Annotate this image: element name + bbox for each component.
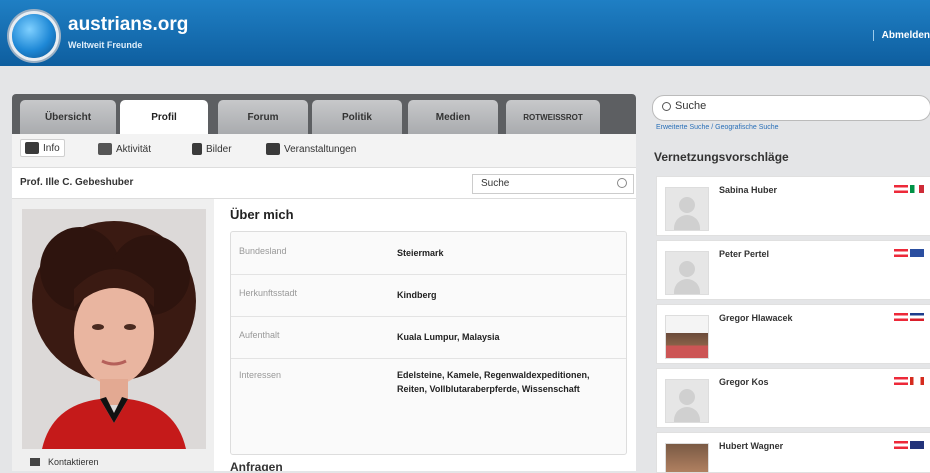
info-icon: [25, 142, 39, 154]
images-icon: [192, 143, 202, 155]
info-value: Edelsteine, Kamele, Regenwaldexpeditione…: [397, 370, 590, 394]
info-label: Herkunftsstadt: [239, 288, 298, 298]
avatar[interactable]: [665, 443, 709, 473]
profile-panel: Übersicht Profil Forum Politik Medien RO…: [12, 94, 636, 471]
profile-name-bar: Prof. Ille C. Gebeshuber Suche: [12, 168, 636, 199]
next-section-heading: Anfragen: [230, 460, 283, 471]
calendar-icon: [266, 143, 280, 155]
tab-uebersicht[interactable]: Übersicht: [20, 100, 116, 134]
country-flags: [894, 377, 924, 385]
about-heading: Über mich: [230, 207, 294, 222]
profile-name: Prof. Ille C. Gebeshuber: [20, 177, 134, 188]
info-row-aufenthalt: Aufenthalt Kuala Lumpur, Malaysia: [231, 316, 626, 359]
tab-medien[interactable]: Medien: [408, 100, 498, 134]
suggestion-card[interactable]: Gregor Kos: [656, 368, 930, 428]
contact-label: Kontaktieren: [48, 457, 99, 467]
info-label: Interessen: [239, 370, 282, 380]
subnav-aktivitaet-label: Aktivität: [116, 143, 152, 155]
flag-icon: [894, 249, 908, 257]
activity-icon: [98, 143, 112, 155]
suggestion-name[interactable]: Gregor Kos: [719, 377, 769, 387]
suggestion-card[interactable]: Peter Pertel: [656, 240, 930, 300]
info-value: Steiermark: [397, 248, 444, 258]
info-row-herkunftsstadt: Herkunftsstadt Kindberg: [231, 274, 626, 317]
tab-profil[interactable]: Profil: [120, 100, 208, 134]
subnav-info-label: Info: [43, 142, 60, 154]
avatar[interactable]: [665, 251, 709, 295]
austrians-logo-icon[interactable]: [12, 14, 56, 58]
subnav-veranstaltungen[interactable]: Veranstaltungen: [266, 143, 356, 155]
top-bar: austrians.org Weltweit Freunde Abmelden: [0, 0, 930, 66]
flag-icon: [910, 377, 924, 385]
profile-search-placeholder: Suche: [481, 178, 510, 189]
search-icon: [662, 102, 671, 111]
contact-link[interactable]: Kontaktieren: [30, 457, 99, 467]
suggestion-card[interactable]: Gregor Hlawacek: [656, 304, 930, 364]
tab-politik[interactable]: Politik: [312, 100, 402, 134]
profile-subnav: Info Aktivität Bilder Veranstaltungen: [12, 134, 636, 168]
mail-icon: [30, 458, 40, 466]
avatar[interactable]: [665, 315, 709, 359]
info-label: Aufenthalt: [239, 330, 280, 340]
subnav-veranstaltungen-label: Veranstaltungen: [284, 143, 357, 155]
site-brand[interactable]: austrians.org: [68, 14, 188, 36]
subnav-info[interactable]: Info: [20, 139, 65, 157]
country-flags: [894, 249, 924, 257]
flag-icon: [894, 313, 908, 321]
flag-icon: [910, 441, 924, 449]
country-flags: [894, 441, 924, 449]
suggestion-card[interactable]: Sabina Huber: [656, 176, 930, 236]
main-tabs: Übersicht Profil Forum Politik Medien RO…: [12, 94, 636, 134]
suggestion-name[interactable]: Sabina Huber: [719, 185, 777, 195]
sidebar-search-input[interactable]: Suche: [652, 95, 930, 121]
info-row-bundesland: Bundesland Steiermark: [231, 232, 626, 275]
avatar[interactable]: [665, 379, 709, 423]
flag-icon: [894, 377, 908, 385]
profile-photo[interactable]: [22, 209, 206, 449]
flag-icon: [894, 441, 908, 449]
country-flags: [894, 313, 924, 321]
flag-icon: [910, 185, 924, 193]
flag-icon: [894, 185, 908, 193]
avatar[interactable]: [665, 187, 709, 231]
suggestion-name[interactable]: Peter Pertel: [719, 249, 769, 259]
info-label: Bundesland: [239, 246, 287, 256]
flag-icon: [910, 249, 924, 257]
sidebar-search-placeholder: Suche: [675, 100, 707, 112]
profile-search-input[interactable]: Suche: [472, 174, 634, 194]
info-value: Kindberg: [397, 290, 437, 300]
suggestions-heading: Vernetzungsvorschläge: [654, 150, 789, 164]
profile-left-column: Kontaktieren: [12, 199, 214, 471]
suggestion-name[interactable]: Gregor Hlawacek: [719, 313, 793, 323]
flag-icon: [910, 313, 924, 321]
suggestion-name[interactable]: Hubert Wagner: [719, 441, 783, 451]
profile-info-table: Bundesland Steiermark Herkunftsstadt Kin…: [230, 231, 627, 455]
subnav-bilder-label: Bilder: [206, 143, 232, 155]
tab-forum[interactable]: Forum: [218, 100, 308, 134]
search-icon[interactable]: [617, 178, 627, 188]
site-tagline: Weltweit Freunde: [68, 40, 143, 50]
advanced-search-link[interactable]: Erweiterte Suche / Geografische Suche: [656, 124, 779, 131]
country-flags: [894, 185, 924, 193]
info-value: Kuala Lumpur, Malaysia: [397, 332, 500, 342]
info-row-interessen: Interessen Edelsteine, Kamele, Regenwald…: [231, 358, 626, 454]
subnav-bilder[interactable]: Bilder: [192, 143, 232, 155]
logout-link[interactable]: Abmelden: [872, 30, 930, 41]
tab-rotweissrot[interactable]: ROTWEISSROT: [506, 100, 600, 134]
suggestion-card[interactable]: Hubert Wagner: [656, 432, 930, 473]
subnav-aktivitaet[interactable]: Aktivität: [98, 143, 151, 155]
